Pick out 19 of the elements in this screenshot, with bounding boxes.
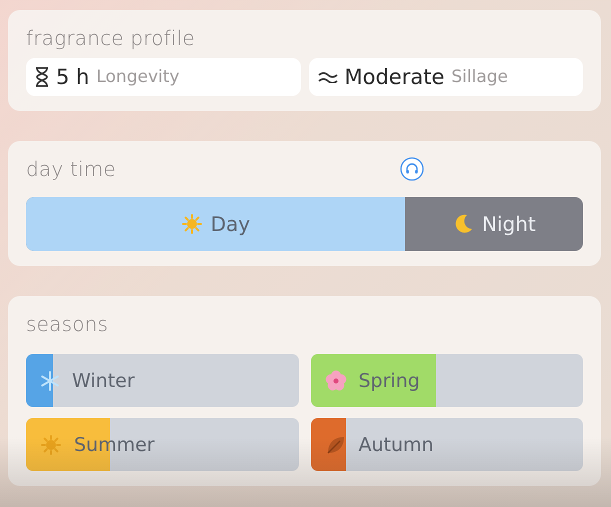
season-label: Autumn <box>358 434 434 456</box>
stat-label: Longevity <box>96 67 180 87</box>
section-title: seasons <box>26 312 110 336</box>
time-label: Day <box>210 212 250 236</box>
time-label: Night <box>482 212 536 236</box>
season-label: Winter <box>72 370 135 392</box>
stat-value: Moderate <box>344 65 444 89</box>
sun-icon <box>180 213 203 235</box>
flower-icon <box>324 370 346 392</box>
stat-label: Sillage <box>451 67 508 87</box>
snowflake-icon <box>40 370 60 390</box>
hourglass-icon <box>35 67 49 87</box>
season-label: Spring <box>358 370 420 392</box>
section-title: day time <box>26 157 117 181</box>
sun-icon <box>40 434 62 456</box>
section-title: fragrance profile <box>26 26 196 50</box>
stat-value: 5 h <box>56 65 90 89</box>
waves-icon <box>318 71 338 83</box>
headphones-icon[interactable] <box>400 157 424 181</box>
